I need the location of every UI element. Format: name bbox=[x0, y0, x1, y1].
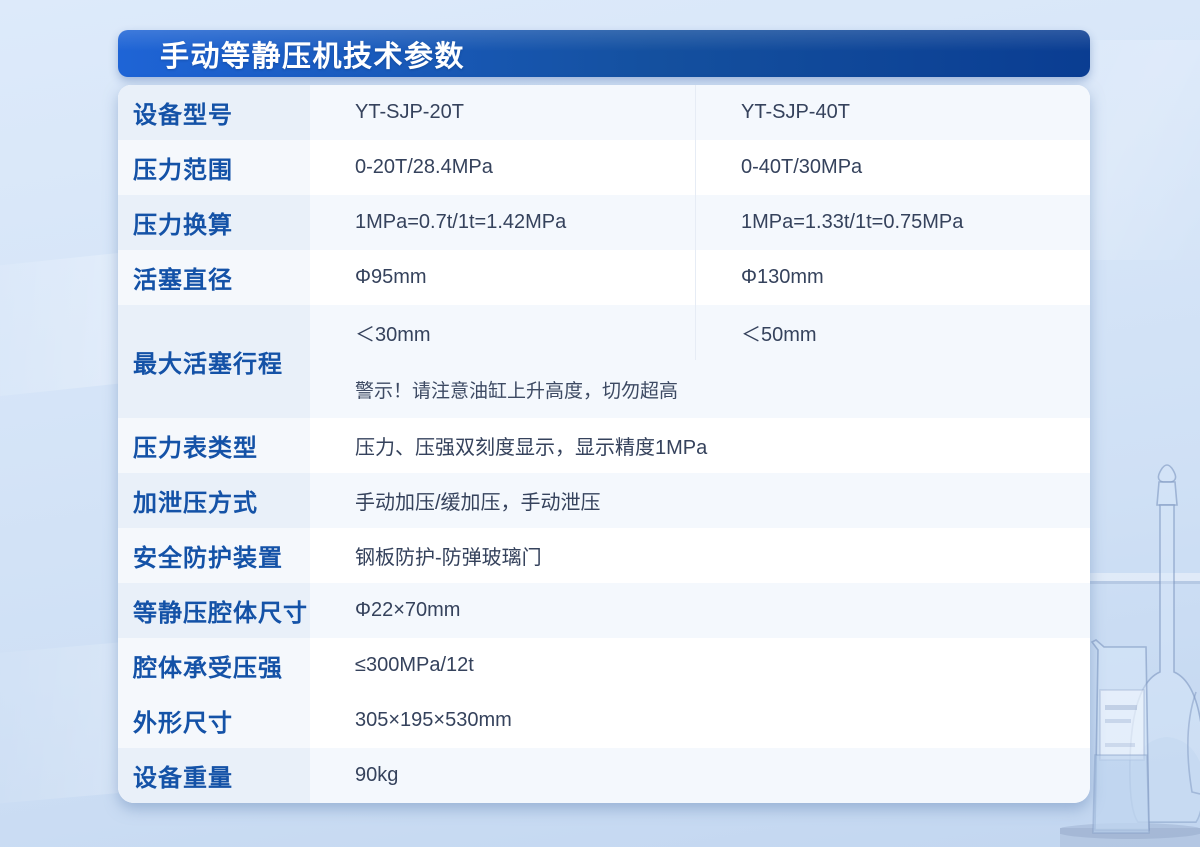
row-value: ≤300MPa/12t bbox=[355, 654, 474, 676]
row-value-col1: 0-20T/28.4MPa bbox=[355, 156, 493, 178]
row-label: 外形尺寸 bbox=[118, 693, 310, 748]
beaker-liquid bbox=[1092, 754, 1150, 834]
row-value-col1: Φ95mm bbox=[355, 266, 427, 288]
beaker bbox=[1090, 639, 1150, 834]
row-value-col1: ＜30mm bbox=[355, 324, 431, 346]
row-value: Φ22×70mm bbox=[355, 599, 461, 621]
table-row-pressure-range: 压力范围 0-20T/28.4MPa 0-40T/30MPa bbox=[118, 140, 1090, 195]
table-row-chamber-size: 等静压腔体尺寸 Φ22×70mm bbox=[118, 583, 1090, 638]
table-row-pressure-conversion: 压力换算 1MPa=0.7t/1t=1.42MPa 1MPa=1.33t/1t=… bbox=[118, 195, 1090, 250]
row-warning-text: 警示！请注意油缸上升高度，切勿超高 bbox=[355, 380, 679, 402]
row-label: 设备重量 bbox=[118, 748, 310, 803]
row-value: 90kg bbox=[355, 764, 399, 786]
row-label: 最大活塞行程 bbox=[118, 305, 310, 418]
row-value-col2: 0-40T/30MPa bbox=[695, 140, 1090, 195]
page-title: 手动等静压机技术参数 bbox=[160, 40, 466, 73]
row-value-col2: 1MPa=1.33t/1t=0.75MPa bbox=[695, 195, 1090, 250]
row-value: 钢板防护-防弹玻璃门 bbox=[355, 547, 542, 569]
row-label: 压力表类型 bbox=[118, 418, 310, 473]
row-value-col2: Φ130mm bbox=[695, 250, 1090, 305]
row-value: 305×195×530mm bbox=[355, 709, 512, 731]
row-label: 设备型号 bbox=[118, 85, 310, 140]
spec-table-card: 设备型号 YT-SJP-20T YT-SJP-40T 压力范围 0-20T/28… bbox=[118, 85, 1090, 803]
table-row-overall-dimensions: 外形尺寸 305×195×530mm bbox=[118, 693, 1090, 748]
row-content: ＜30mm ＜50mm 警示！请注意油缸上升高度，切勿超高 bbox=[310, 305, 1090, 418]
row-value-col1: 1MPa=0.7t/1t=1.42MPa bbox=[355, 211, 567, 233]
table-row-safety-protection: 安全防护装置 钢板防护-防弹玻璃门 bbox=[118, 528, 1090, 583]
row-label: 安全防护装置 bbox=[118, 528, 310, 583]
row-label: 加泄压方式 bbox=[118, 473, 310, 528]
page-background: { "page": { "title": "手动等静压机技术参数" }, "ta… bbox=[0, 0, 1200, 847]
table-row-pressurize-method: 加泄压方式 手动加压/缓加压，手动泄压 bbox=[118, 473, 1090, 528]
beaker-label bbox=[1099, 689, 1145, 761]
table-row-max-piston-stroke: 最大活塞行程 ＜30mm ＜50mm 警示！请注意油缸上升高度，切勿超高 bbox=[118, 305, 1090, 418]
spec-header-bar: 手动等静压机技术参数 bbox=[118, 30, 1090, 77]
row-value: 手动加压/缓加压，手动泄压 bbox=[355, 492, 601, 514]
table-row-device-weight: 设备重量 90kg bbox=[118, 748, 1090, 803]
table-row-piston-diameter: 活塞直径 Φ95mm Φ130mm bbox=[118, 250, 1090, 305]
row-label: 压力范围 bbox=[118, 140, 310, 195]
row-label: 等静压腔体尺寸 bbox=[118, 583, 310, 638]
table-row-device-model: 设备型号 YT-SJP-20T YT-SJP-40T bbox=[118, 85, 1090, 140]
row-label: 活塞直径 bbox=[118, 250, 310, 305]
row-value-col1: YT-SJP-20T bbox=[355, 101, 464, 123]
row-value: 压力、压强双刻度显示，显示精度1MPa bbox=[355, 437, 708, 459]
table-row-gauge-type: 压力表类型 压力、压强双刻度显示，显示精度1MPa bbox=[118, 418, 1090, 473]
row-label: 腔体承受压强 bbox=[118, 638, 310, 693]
table-row-chamber-pressure-limit: 腔体承受压强 ≤300MPa/12t bbox=[118, 638, 1090, 693]
row-value-col2: ＜50mm bbox=[695, 305, 1090, 360]
row-values-line: ＜30mm ＜50mm bbox=[310, 305, 1090, 360]
row-value-col2: YT-SJP-40T bbox=[695, 85, 1090, 140]
row-label: 压力换算 bbox=[118, 195, 310, 250]
